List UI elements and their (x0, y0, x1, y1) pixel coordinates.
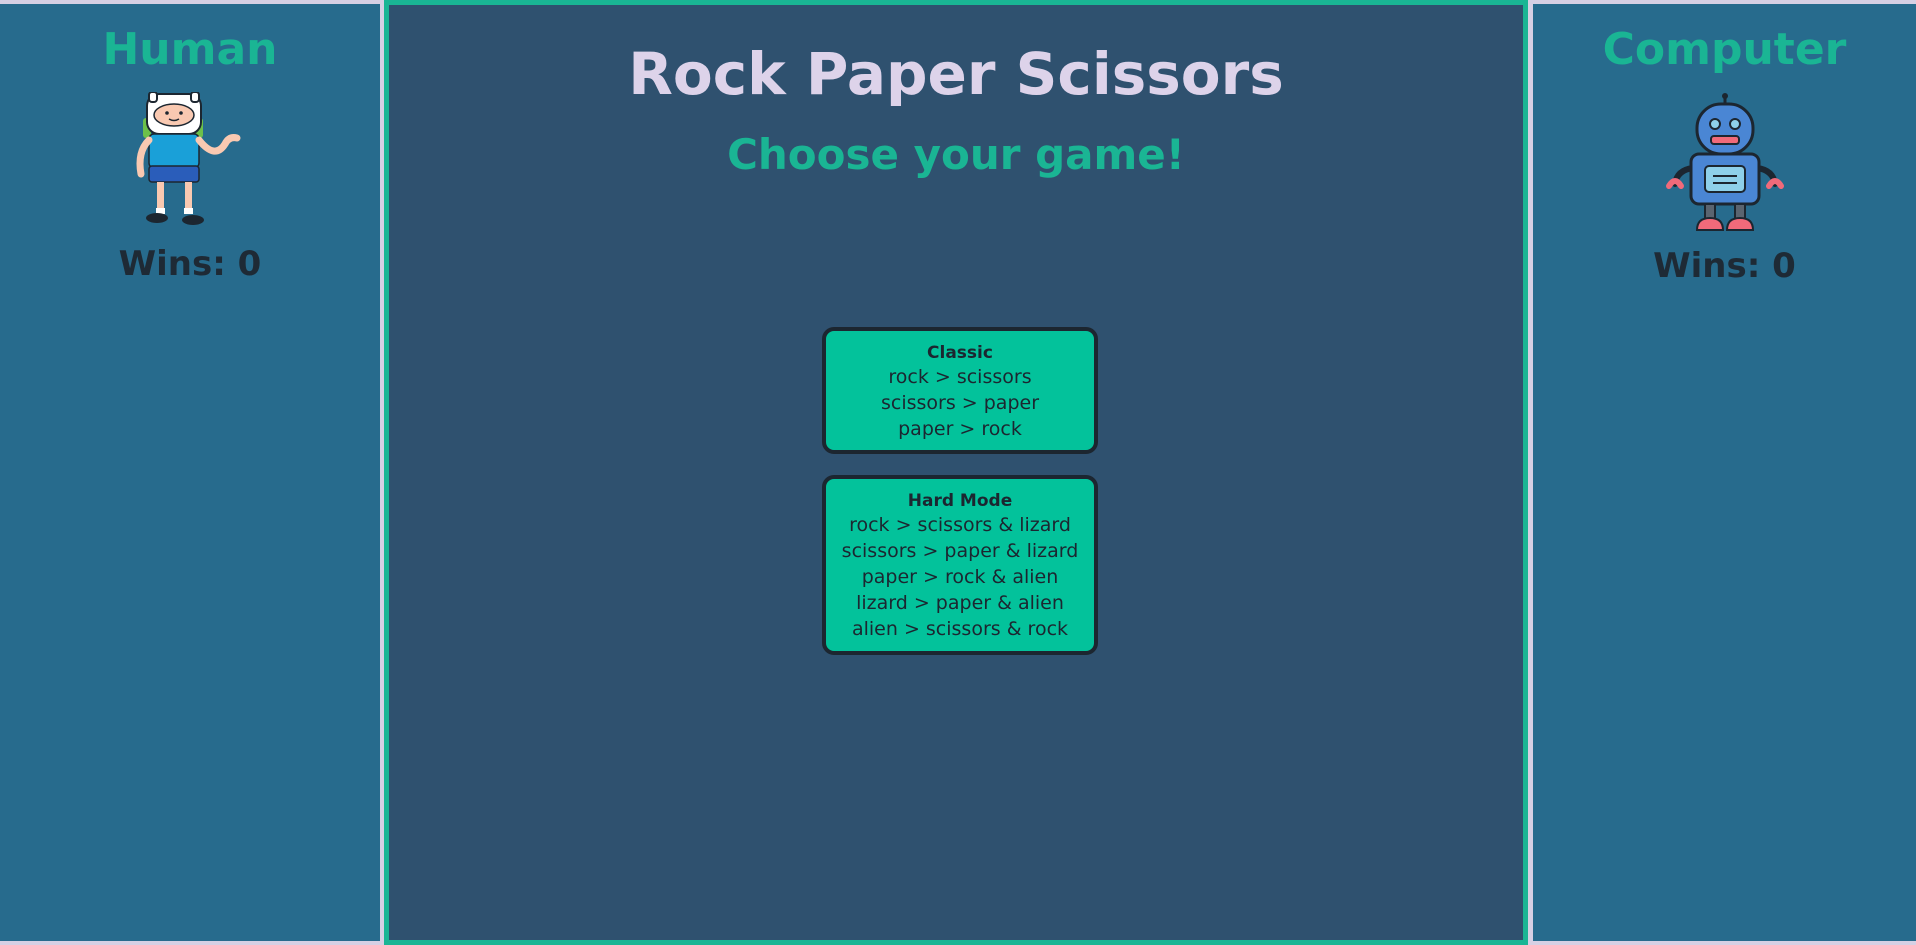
hard-mode-name: Hard Mode (907, 491, 1013, 511)
human-panel: Human Wins: 0 (0, 4, 380, 941)
robot-icon (1665, 93, 1784, 231)
classic-mode-button[interactable]: Classic rock > scissors scissors > paper… (822, 327, 1098, 454)
classic-rule: paper > rock (898, 418, 1022, 440)
hard-rule: paper > rock & alien (861, 566, 1059, 588)
hard-rule: lizard > paper & alien (856, 592, 1064, 614)
hard-rule: rock > scissors & lizard (849, 514, 1071, 536)
classic-mode-name: Classic (927, 343, 993, 363)
game-title: Rock Paper Scissors (628, 40, 1284, 108)
computer-panel: Computer Wins: 0 (1533, 4, 1916, 941)
computer-wins: Wins: 0 (1533, 246, 1916, 286)
classic-rule: rock > scissors (888, 366, 1032, 388)
choose-game-prompt: Choose your game! (727, 130, 1185, 179)
human-wins-text: Wins: 0 (118, 244, 262, 284)
hard-rule: alien > scissors & rock (851, 618, 1069, 640)
human-label: Human (102, 24, 278, 75)
computer-wins-text: Wins: 0 (1653, 246, 1796, 286)
classic-rule: scissors > paper (880, 392, 1040, 414)
hard-mode-button[interactable]: Hard Mode rock > scissors & lizard sciss… (822, 475, 1098, 655)
main-area: Rock Paper Scissors Choose your game! Cl… (384, 0, 1528, 945)
human-wins: Wins: 0 (0, 244, 380, 284)
finn-human-character-icon (136, 92, 241, 225)
game-page: Human Wins: 0 Rock Paper Scissors Choose… (0, 0, 1916, 945)
hard-rule: scissors > paper & lizard (841, 540, 1079, 562)
computer-label: Computer (1602, 24, 1847, 75)
